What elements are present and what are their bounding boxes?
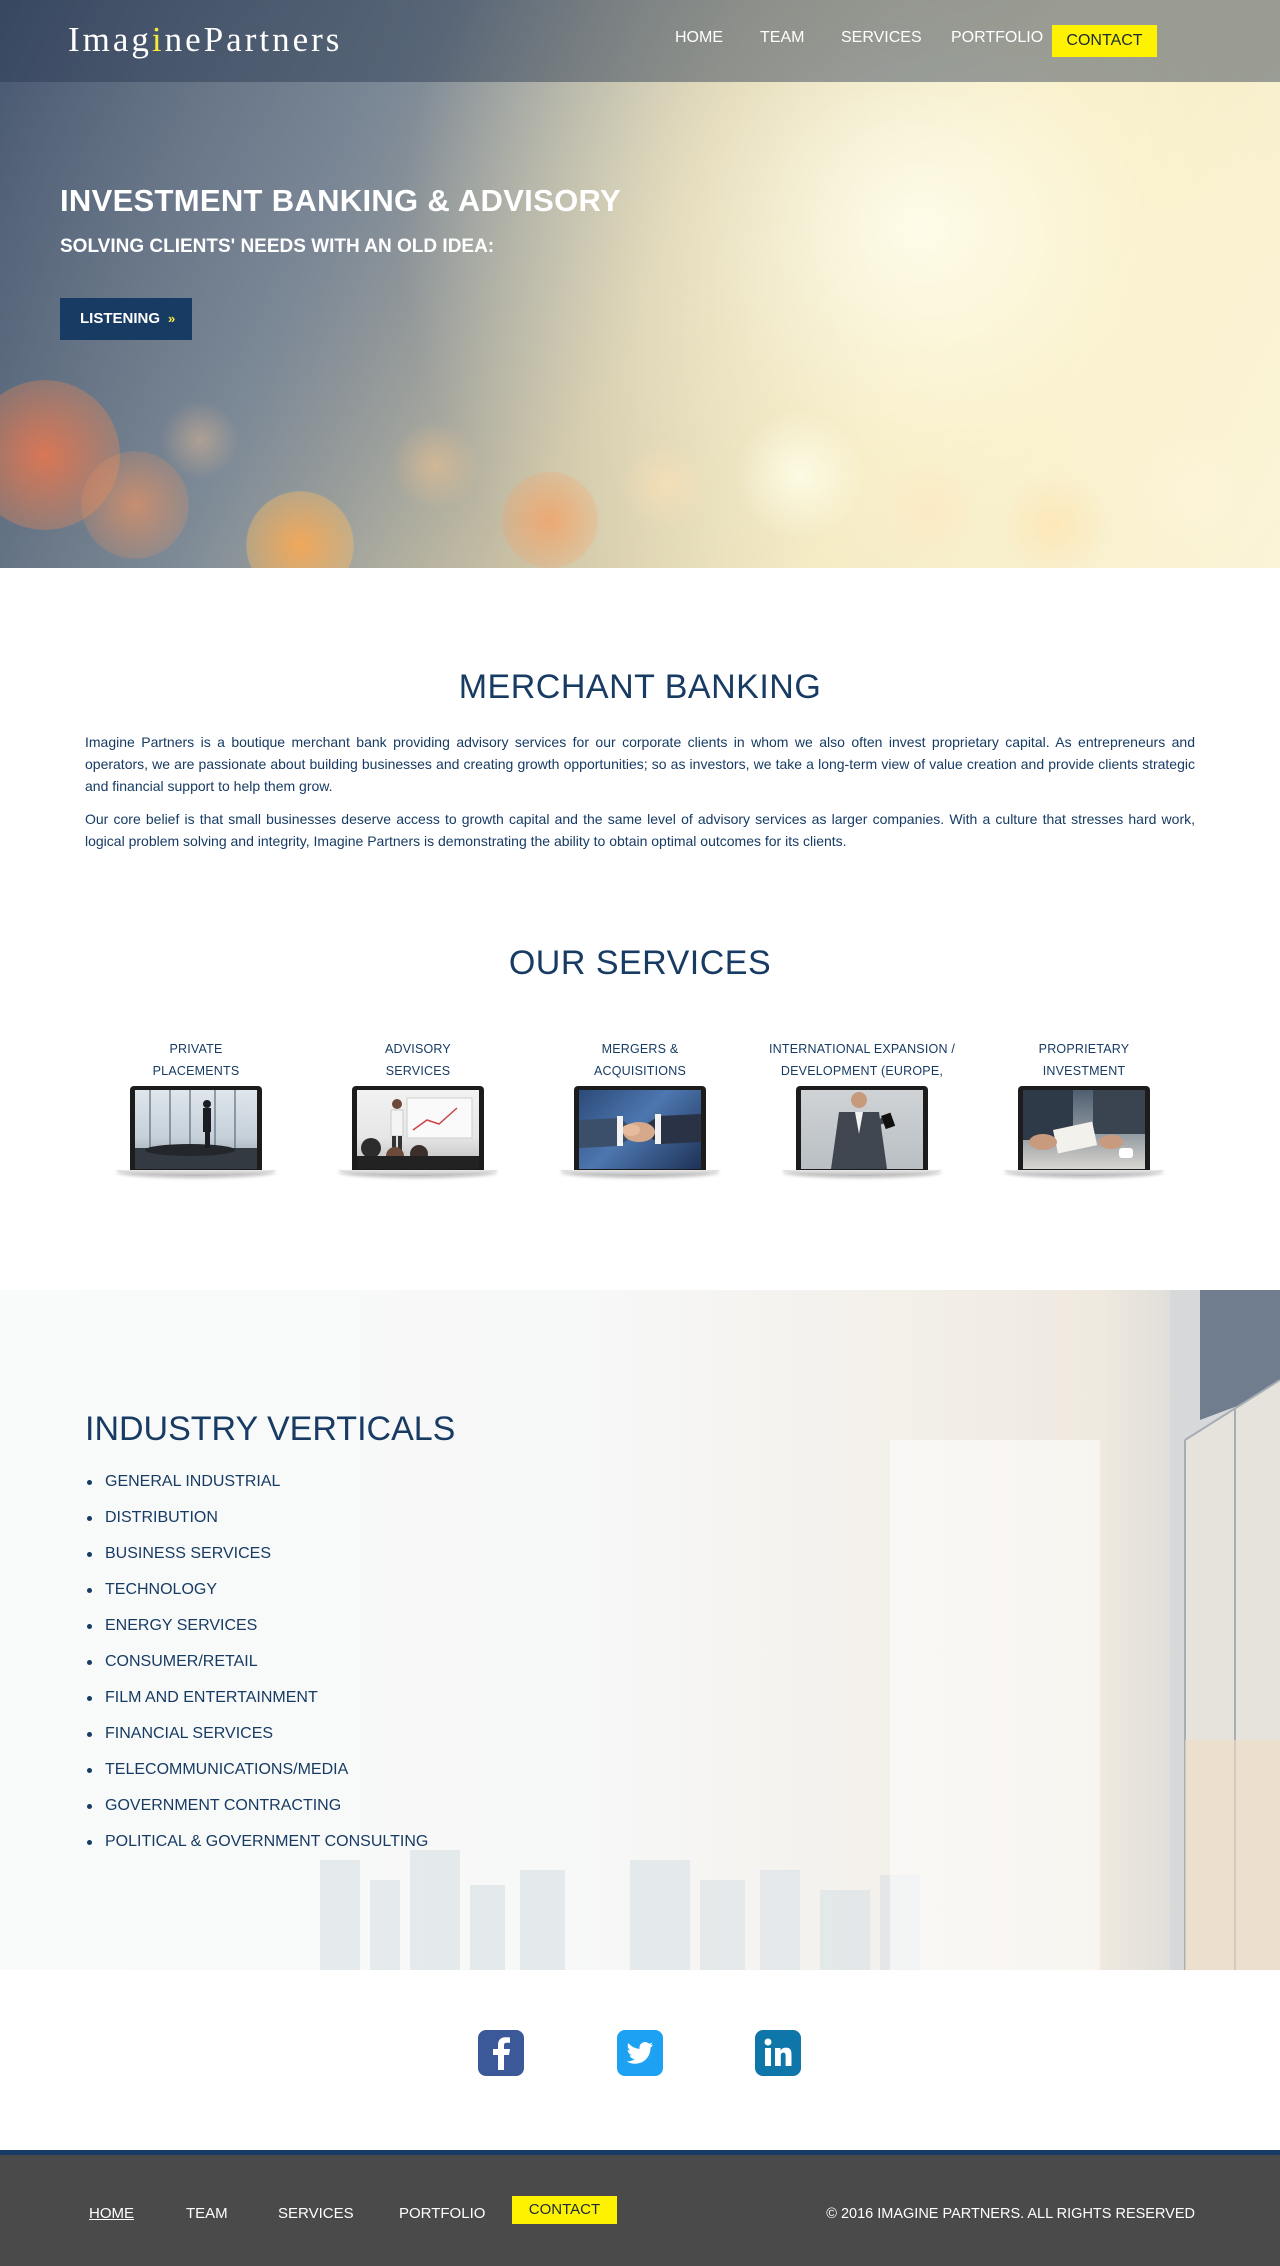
listening-button[interactable]: LISTENING »	[60, 298, 192, 340]
industry-verticals-title: INDUSTRY VERTICALS	[85, 1410, 456, 1448]
laptop-screen	[1018, 1086, 1150, 1172]
list-item: FILM AND ENTERTAINMENT	[85, 1686, 428, 1722]
footer-nav-services[interactable]: SERVICES	[278, 2205, 354, 2222]
nav-contact-button[interactable]: CONTACT	[1052, 25, 1157, 57]
boardroom-photo	[135, 1090, 257, 1169]
list-item: CONSUMER/RETAIL	[85, 1650, 428, 1686]
service-private-placements[interactable]: PRIVATE PLACEMENTS	[96, 1038, 296, 1178]
service-label-line: INVESTMENT	[1042, 1064, 1126, 1078]
service-label: MERGERS & ACQUISITIONS	[540, 1038, 740, 1082]
laptop-base	[560, 1170, 720, 1176]
nav-services[interactable]: SERVICES	[841, 29, 922, 47]
footer-contact-button[interactable]: CONTACT	[512, 2196, 617, 2224]
bokeh-light	[735, 410, 865, 540]
service-label-line: PROPRIETARY	[1038, 1042, 1130, 1056]
businessman-photo	[801, 1090, 923, 1169]
industry-list: GENERAL INDUSTRIAL DISTRIBUTION BUSINESS…	[85, 1470, 428, 1866]
laptop-base	[782, 1170, 942, 1176]
laptop-image	[338, 1086, 498, 1178]
laptop-image	[116, 1086, 276, 1178]
copyright-text: © 2016 IMAGINE PARTNERS. ALL RIGHTS RESE…	[826, 2206, 1195, 2222]
list-item: TELECOMMUNICATIONS/MEDIA	[85, 1758, 428, 1794]
top-navigation-bar: ImaginePartners HOME TEAM SERVICES PORTF…	[0, 0, 1280, 82]
service-label-line: ADVISORY	[385, 1042, 451, 1056]
linkedin-icon[interactable]	[755, 2030, 801, 2076]
service-label-line: PRIVATE	[169, 1042, 223, 1056]
service-international-expansion[interactable]: INTERNATIONAL EXPANSION / DEVELOPMENT (EU…	[762, 1038, 962, 1178]
service-label-line: MERGERS &	[601, 1042, 679, 1056]
service-advisory[interactable]: ADVISORY SERVICES	[318, 1038, 518, 1178]
service-label-line: PLACEMENTS	[152, 1064, 240, 1078]
presentation-photo	[357, 1090, 479, 1169]
list-item: POLITICAL & GOVERNMENT CONSULTING	[85, 1830, 428, 1866]
our-services-title: OUR SERVICES	[508, 944, 772, 982]
bokeh-light	[1130, 430, 1250, 550]
list-item: FINANCIAL SERVICES	[85, 1722, 428, 1758]
list-item: DISTRIBUTION	[85, 1506, 428, 1542]
service-mergers-acquisitions[interactable]: MERGERS & ACQUISITIONS	[540, 1038, 740, 1178]
footer-nav-team[interactable]: TEAM	[186, 2205, 228, 2222]
laptop-screen	[130, 1086, 262, 1172]
bokeh-light	[390, 420, 480, 510]
laptop-base	[338, 1170, 498, 1176]
footer-nav-home[interactable]: HOME	[89, 2205, 134, 2222]
laptop-image	[782, 1086, 942, 1178]
bokeh-light	[620, 440, 710, 530]
laptop-image	[560, 1086, 720, 1178]
service-proprietary-investment[interactable]: PROPRIETARY INVESTMENT	[984, 1038, 1184, 1178]
laptop-image	[1004, 1086, 1164, 1178]
double-chevron-right-icon: »	[168, 311, 176, 326]
service-label-line: SERVICES	[385, 1064, 451, 1078]
merchant-banking-title: MERCHANT BANKING	[458, 668, 822, 706]
industry-verticals-section: INDUSTRY VERTICALS GENERAL INDUSTRIAL DI…	[0, 1290, 1280, 1970]
footer: HOME TEAM SERVICES PORTFOLIO CONTACT © 2…	[0, 2150, 1280, 2266]
nav-portfolio[interactable]: PORTFOLIO	[951, 29, 1043, 47]
hero-banner: ImaginePartners HOME TEAM SERVICES PORTF…	[0, 0, 1280, 568]
facebook-glyph	[493, 2037, 510, 2070]
list-item: BUSINESS SERVICES	[85, 1542, 428, 1578]
nav-home[interactable]: HOME	[675, 29, 723, 47]
laptop-base	[116, 1170, 276, 1176]
handshake-illustration	[579, 1114, 701, 1148]
meeting-desk-photo	[1023, 1090, 1145, 1169]
boardroom-illustration	[135, 1090, 257, 1169]
handshake-photo	[579, 1090, 701, 1169]
footer-nav-portfolio[interactable]: PORTFOLIO	[399, 2205, 485, 2222]
twitter-glyph	[626, 2042, 653, 2064]
twitter-icon[interactable]	[617, 2030, 663, 2076]
list-item: GOVERNMENT CONTRACTING	[85, 1794, 428, 1830]
linkedin-glyph	[764, 2038, 792, 2066]
nav-team[interactable]: TEAM	[760, 29, 804, 47]
service-label: ADVISORY SERVICES	[318, 1038, 518, 1082]
merchant-paragraph-2: Our core belief is that small businesses…	[85, 811, 1195, 849]
merchant-paragraph-1: Imagine Partners is a boutique merchant …	[85, 734, 1195, 794]
bokeh-light	[500, 470, 600, 568]
list-item: ENERGY SERVICES	[85, 1614, 428, 1650]
businessman-illustration	[831, 1092, 896, 1169]
listening-button-label: LISTENING	[80, 310, 161, 327]
hero-subtitle: SOLVING CLIENTS' NEEDS WITH AN OLD IDEA:	[60, 236, 495, 257]
bokeh-light	[880, 460, 980, 560]
facebook-icon[interactable]	[478, 2030, 524, 2076]
laptop-base	[1004, 1170, 1164, 1176]
bokeh-light	[160, 400, 240, 480]
laptop-screen	[796, 1086, 928, 1172]
presentation-illustration	[357, 1097, 479, 1169]
meeting-desk-illustration	[1023, 1090, 1145, 1158]
service-label-line: INTERNATIONAL EXPANSION /	[768, 1042, 956, 1056]
service-label: PRIVATE PLACEMENTS	[96, 1038, 296, 1082]
list-item: GENERAL INDUSTRIAL	[85, 1470, 428, 1506]
service-label-line: ACQUISITIONS	[594, 1064, 686, 1078]
list-item: TECHNOLOGY	[85, 1578, 428, 1614]
laptop-screen	[574, 1086, 706, 1172]
hero-title: INVESTMENT BANKING & ADVISORY	[60, 183, 621, 218]
service-label: INTERNATIONAL EXPANSION / DEVELOPMENT (EU…	[762, 1038, 962, 1100]
service-label: PROPRIETARY INVESTMENT	[984, 1038, 1184, 1082]
main-nav: HOME TEAM SERVICES PORTFOLIO CONTACT	[0, 25, 1280, 57]
laptop-screen	[352, 1086, 484, 1172]
